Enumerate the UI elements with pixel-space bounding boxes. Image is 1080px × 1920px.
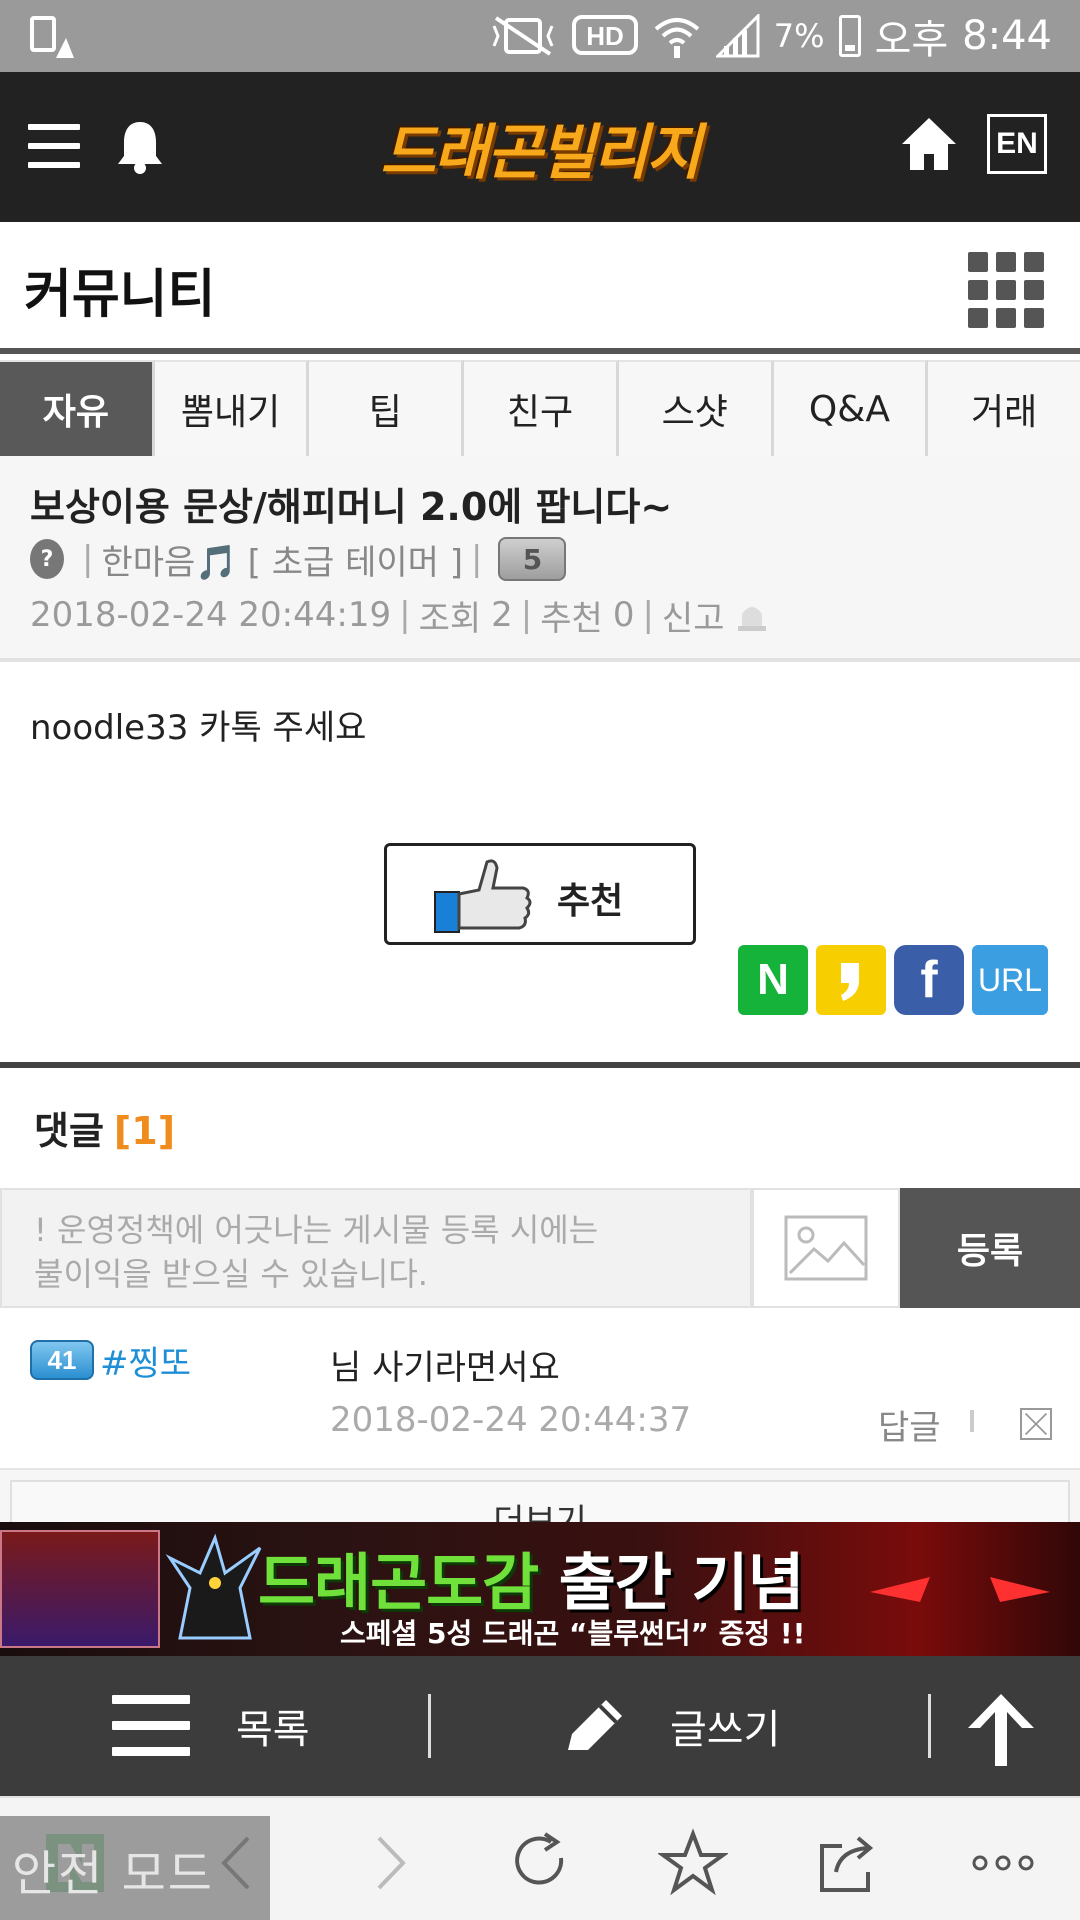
comments-title: 댓글 [1] xyxy=(34,1100,175,1155)
more-options-icon[interactable] xyxy=(968,1828,1038,1898)
category-tabs: 자유 뽐내기 팁 친구 스샷 Q&A 거래 xyxy=(0,360,1080,456)
post-header: 보상이용 문상/해피머니 2.0에 팝니다~ ? | 한마음🎵 [ 초급 테이머… xyxy=(0,456,1080,662)
bell-icon[interactable] xyxy=(116,118,164,174)
banner-subtitle: 스페셜 5성 드래곤 “블루썬더” 증정 !! xyxy=(340,1617,806,1650)
comment-text: 님 사기라면서요 xyxy=(330,1348,560,1388)
siren-icon[interactable] xyxy=(734,598,770,632)
comment-input[interactable]: ! 운영정책에 어긋나는 게시물 등록 시에는 불이익을 받으실 수 있습니다. xyxy=(0,1188,752,1308)
grid-menu-icon[interactable] xyxy=(968,252,1044,328)
logo-text: 드래곤빌리지 xyxy=(380,117,701,188)
bookmark-star-icon[interactable] xyxy=(658,1828,728,1898)
banner-title-white: 출간 기념 xyxy=(538,1546,805,1619)
browser-navigation-bar: 안전 모드 xyxy=(0,1796,1080,1920)
dragon-book-image xyxy=(0,1530,160,1648)
status-time: 8:44 xyxy=(962,13,1052,59)
scroll-top-icon[interactable] xyxy=(966,1692,1036,1768)
level-badge: 5 xyxy=(498,537,567,581)
list-icon xyxy=(112,1695,190,1757)
tab-qna[interactable]: Q&A xyxy=(773,360,929,456)
recommend-count: 0 xyxy=(612,595,635,635)
tab-friend[interactable]: 친구 xyxy=(464,360,619,456)
comments-label: 댓글 xyxy=(34,1109,104,1153)
comment-date: 2018-02-24 20:44:37 xyxy=(330,1400,692,1440)
post-meta: 2018-02-24 20:44:19 | 조회 2 | 추천 0 | 신고 xyxy=(30,590,770,640)
author-rank: [ 초급 테이머 ] xyxy=(247,542,464,583)
comment-form: ! 운영정책에 어긋나는 게시물 등록 시에는 불이익을 받으실 수 있습니다.… xyxy=(0,1188,1080,1308)
share-facebook-button[interactable]: f xyxy=(894,945,964,1015)
notification-icon xyxy=(30,16,74,58)
commenter-level-badge: 41 xyxy=(30,1340,94,1380)
more-comments-button[interactable]: 더보기 xyxy=(0,1470,1080,1522)
comment-item: 41 #찡또 님 사기라면서요 2018-02-24 20:44:37 답글 xyxy=(0,1308,1080,1470)
share-url-button[interactable]: URL xyxy=(972,945,1048,1015)
comment-count: [1] xyxy=(113,1109,176,1153)
hamburger-menu-icon[interactable] xyxy=(28,124,80,168)
list-button[interactable]: 목록 xyxy=(112,1694,310,1758)
svg-text:HD: HD xyxy=(586,21,624,51)
share-kakaostory-button[interactable] xyxy=(816,945,886,1015)
write-label: 글쓰기 xyxy=(670,1707,781,1753)
back-arrow-icon[interactable] xyxy=(202,1828,272,1898)
forward-arrow-icon[interactable] xyxy=(355,1828,425,1898)
home-icon[interactable] xyxy=(900,116,958,172)
author-egg-icon: ? xyxy=(30,539,64,579)
tab-tip[interactable]: 팁 xyxy=(309,360,465,456)
author-name[interactable]: 한마음🎵 xyxy=(101,535,237,584)
banner-title-green: 드래곤도감 xyxy=(258,1546,539,1619)
commenter-nickname[interactable]: #찡또 xyxy=(100,1336,191,1385)
refresh-icon[interactable] xyxy=(505,1828,575,1898)
language-button[interactable]: EN xyxy=(987,114,1047,174)
vibrate-off-icon xyxy=(492,16,554,56)
pencil-icon xyxy=(568,1700,622,1750)
list-label: 목록 xyxy=(236,1707,310,1753)
thumbs-up-icon xyxy=(434,859,532,933)
comment-placeholder-line1: ! 운영정책에 어긋나는 게시물 등록 시에는 xyxy=(34,1211,599,1249)
signal-icon xyxy=(715,14,760,58)
views-label: 조회 xyxy=(418,598,482,639)
share-buttons: N f URL xyxy=(738,945,1050,1015)
views-count: 2 xyxy=(491,595,513,635)
battery-icon xyxy=(838,15,861,57)
post-date: 2018-02-24 20:44:19 xyxy=(30,595,392,635)
bottom-action-bar: 목록 글쓰기 xyxy=(0,1656,1080,1796)
report-label[interactable]: 신고 xyxy=(662,591,725,640)
tab-trade[interactable]: 거래 xyxy=(928,360,1080,456)
attach-image-button[interactable] xyxy=(752,1188,900,1308)
post-body: noodle33 카톡 주세요 xyxy=(30,708,367,748)
reply-button[interactable]: 답글 xyxy=(878,1400,941,1449)
page-title: 커뮤니티 xyxy=(24,265,216,325)
top-navigation: 드래곤빌리지 EN xyxy=(0,72,1080,222)
delete-comment-icon[interactable] xyxy=(1020,1408,1052,1440)
share-naver-button[interactable]: N xyxy=(738,945,808,1015)
battery-percent: 7% xyxy=(773,17,825,55)
promo-banner[interactable]: 드래곤도감 출간 기념 스페셜 5성 드래곤 “블루썬더” 증정 !! xyxy=(0,1522,1080,1656)
comment-placeholder-line2: 불이익을 받으실 수 있습니다. xyxy=(34,1255,428,1293)
image-icon xyxy=(784,1215,868,1281)
kakaostory-icon xyxy=(841,963,859,1001)
recommend-button-label: 추천 xyxy=(557,881,624,922)
section-header: 커뮤니티 xyxy=(0,222,1080,354)
recommend-label: 추천 xyxy=(540,598,603,639)
dragon-eyes-image xyxy=(870,1577,1050,1602)
section-divider xyxy=(0,1062,1080,1068)
dragon-image xyxy=(165,1533,262,1640)
submit-comment-button[interactable]: 등록 xyxy=(900,1188,1080,1308)
tab-free[interactable]: 자유 xyxy=(0,360,155,456)
recommend-button[interactable]: 추천 xyxy=(384,843,696,945)
tab-showoff[interactable]: 뽐내기 xyxy=(154,360,310,456)
share-icon[interactable] xyxy=(812,1828,882,1898)
write-button[interactable]: 글쓰기 xyxy=(560,1694,780,1758)
author-row: ? | 한마음🎵 [ 초급 테이머 ] | 5 xyxy=(30,534,567,584)
post-title: 보상이용 문상/해피머니 2.0에 팝니다~ xyxy=(30,485,673,529)
wifi-icon xyxy=(654,18,700,58)
more-comments-area: 더보기 xyxy=(0,1470,1080,1522)
status-ampm: 오후 xyxy=(874,17,949,63)
hd-icon: HD xyxy=(571,15,638,55)
banner-title: 드래곤도감 출간 기념 xyxy=(258,1532,805,1622)
dragon-village-logo[interactable]: 드래곤빌리지 xyxy=(350,102,730,192)
status-bar: HD 7% 오후 8:44 xyxy=(0,0,1080,72)
tab-screenshot[interactable]: 스샷 xyxy=(618,360,774,456)
